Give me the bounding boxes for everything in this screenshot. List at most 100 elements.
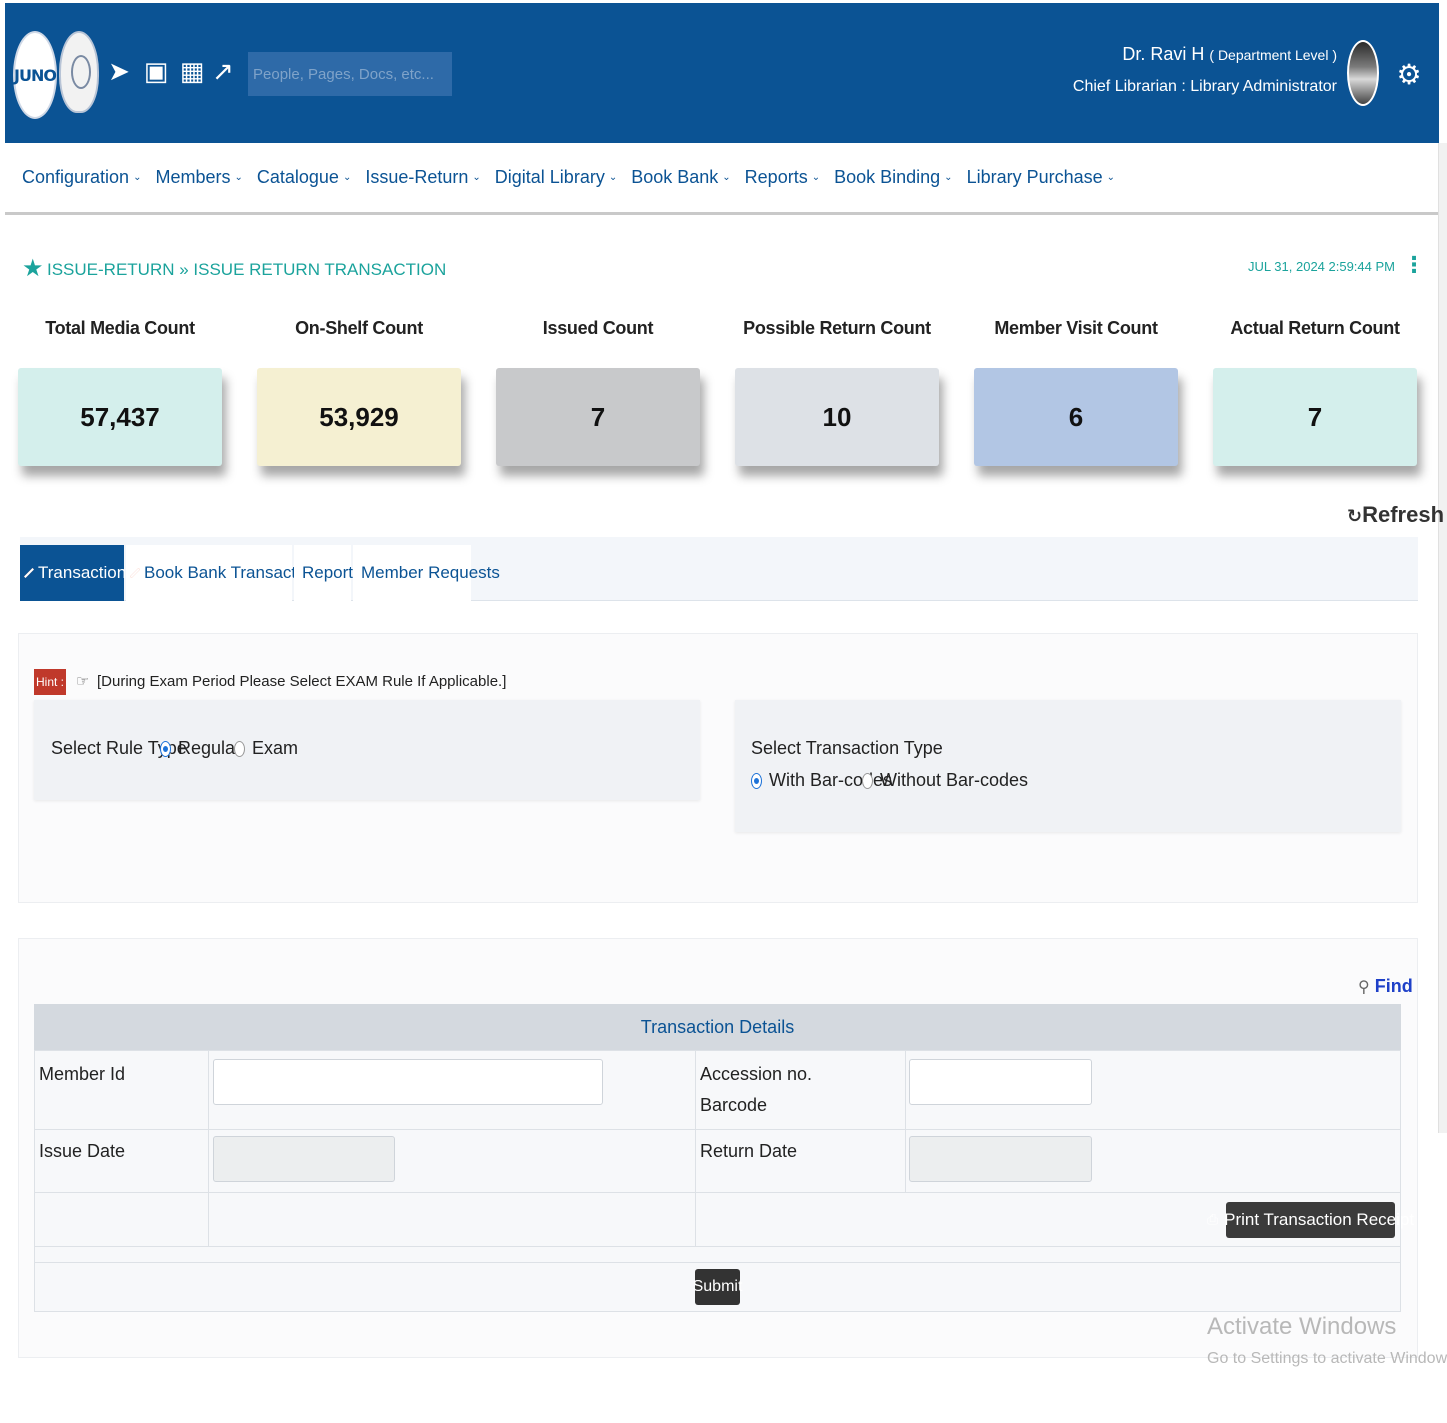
without-barcodes-label[interactable]: Without Bar-codes — [880, 770, 1028, 791]
refresh-label: Refresh — [1362, 502, 1445, 527]
nav-configuration[interactable]: Configuration ⌄ — [22, 167, 141, 188]
stat-on-shelf: On-Shelf Count 53,929 — [257, 318, 461, 466]
hint-text: [During Exam Period Please Select EXAM R… — [97, 673, 507, 690]
tag-icon — [24, 568, 34, 578]
stat-total-media: Total Media Count 57,437 — [18, 318, 222, 466]
avatar[interactable] — [1347, 40, 1379, 106]
nav-library-purchase[interactable]: Library Purchase ⌄ — [967, 167, 1115, 188]
tab-label: Transaction — [38, 563, 127, 582]
star-icon[interactable]: ★ — [22, 254, 44, 282]
nav-members[interactable]: Members ⌄ — [155, 167, 242, 188]
row-divider — [34, 1129, 1401, 1130]
transaction-type-box — [735, 700, 1401, 832]
search-icon: ⚲ — [1358, 977, 1370, 996]
stat-value[interactable]: 6 — [974, 368, 1178, 466]
print-receipt-button[interactable]: ⎙ Print Transaction Receipt — [1207, 1202, 1414, 1238]
nav-label: Members — [155, 167, 231, 187]
user-name[interactable]: Dr. Ravi H ( Department Level ) — [1122, 44, 1337, 65]
page-scrollbar[interactable] — [1438, 143, 1447, 1133]
row-divider — [34, 1192, 1401, 1193]
nav-digital-library[interactable]: Digital Library ⌄ — [495, 167, 617, 188]
nav-label: Reports — [744, 167, 808, 187]
nav-label: Book Bank — [631, 167, 719, 187]
stat-label: Issued Count — [542, 318, 654, 338]
find-label: Find — [1374, 976, 1413, 996]
stat-value[interactable]: 7 — [496, 368, 700, 466]
printer-icon: ⎙ — [1206, 1212, 1219, 1228]
refresh-button[interactable]: ↻Refresh — [1347, 502, 1444, 528]
return-date-label: Return Date — [700, 1141, 798, 1161]
tab-label: Report — [302, 563, 354, 582]
nav-book-binding[interactable]: Book Binding ⌄ — [834, 167, 952, 188]
barcode-label: Barcode — [700, 1095, 768, 1115]
row-divider — [34, 1246, 1401, 1247]
stat-label: Member Visit Count — [994, 318, 1158, 338]
with-barcodes-radio[interactable] — [751, 773, 762, 789]
col-divider — [208, 1050, 209, 1246]
nav-reports[interactable]: Reports ⌄ — [745, 167, 820, 188]
rule-regular-label[interactable]: Regular — [178, 738, 241, 759]
col-divider — [695, 1050, 696, 1246]
stat-actual-return: Actual Return Count 7 — [1213, 318, 1417, 466]
nav-label: Configuration — [22, 167, 130, 187]
nav-label: Book Binding — [834, 167, 941, 187]
chevron-down-icon: ⌄ — [811, 172, 821, 183]
transaction-table-title: Transaction Details — [34, 1004, 1401, 1050]
rule-regular-radio[interactable] — [160, 741, 171, 757]
chevron-down-icon: ⌄ — [133, 172, 142, 183]
submit-button[interactable]: Submit — [693, 1269, 742, 1305]
tab-label: Member Requests — [361, 563, 500, 582]
with-barcodes-label[interactable]: With Bar-codes — [769, 770, 892, 791]
current-datetime: JUL 31, 2024 2:59:44 PM — [1248, 259, 1395, 274]
tab-book-bank-transaction[interactable]: Book Bank Transaction — [126, 545, 319, 601]
juno-logo[interactable]: JUNO — [13, 31, 57, 119]
tab-report[interactable]: Report — [294, 545, 354, 601]
user-role: Chief Librarian : Library Administrator — [1072, 78, 1337, 95]
accession-label: Accession no. — [700, 1064, 813, 1084]
stat-label: On-Shelf Count — [295, 318, 423, 338]
nav-issue-return[interactable]: Issue-Return ⌄ — [365, 167, 480, 188]
refresh-icon: ↻ — [1347, 506, 1363, 527]
tab-label: Book Bank Transaction — [144, 563, 319, 582]
global-search-input[interactable] — [248, 52, 452, 96]
stat-value[interactable]: 7 — [1213, 368, 1417, 466]
breadcrumb[interactable]: ISSUE-RETURN » ISSUE RETURN TRANSACTION — [47, 260, 446, 280]
chevron-down-icon: ⌄ — [342, 172, 352, 183]
tab-member-requests[interactable]: Member Requests — [353, 545, 500, 601]
gear-icon[interactable]: ⚙ — [1394, 50, 1424, 100]
announce-icon[interactable]: ➤ — [106, 52, 132, 92]
chevron-down-icon: ⌄ — [722, 172, 731, 183]
return-date-field — [909, 1136, 1092, 1182]
institution-emblem-icon — [59, 31, 99, 113]
windows-watermark-subtitle: Go to Settings to activate Windows. — [1207, 1350, 1447, 1367]
without-barcodes-radio[interactable] — [862, 773, 873, 789]
nav-label: Issue-Return — [365, 167, 469, 187]
stat-value[interactable]: 57,437 — [18, 368, 222, 466]
issue-date-label: Issue Date — [39, 1141, 126, 1161]
nav-catalogue[interactable]: Catalogue ⌄ — [257, 167, 351, 188]
briefcase-icon[interactable]: ▣ — [143, 52, 169, 92]
col-divider — [905, 1050, 906, 1192]
stat-label: Total Media Count — [45, 318, 195, 338]
member-id-input[interactable] — [213, 1059, 603, 1105]
issue-date-field — [213, 1136, 395, 1182]
print-receipt-label: Print Transaction Receipt — [1224, 1210, 1415, 1229]
tab-transaction[interactable]: Transaction — [20, 545, 127, 601]
user-name-text: Dr. Ravi H — [1122, 44, 1205, 64]
nav-book-bank[interactable]: Book Bank ⌄ — [631, 167, 730, 188]
more-options-icon[interactable]: ⋮ — [1403, 252, 1425, 280]
find-button[interactable]: ⚲ Find — [1358, 976, 1413, 997]
stat-possible-return: Possible Return Count 10 — [735, 318, 939, 466]
stat-value[interactable]: 10 — [735, 368, 939, 466]
accession-input[interactable] — [909, 1059, 1092, 1105]
external-link-icon[interactable]: ↗ — [210, 52, 236, 92]
windows-watermark-title: Activate Windows — [1207, 1313, 1397, 1340]
chevron-down-icon: ⌄ — [1106, 172, 1116, 183]
rule-exam-label[interactable]: Exam — [252, 738, 298, 759]
nav-label: Library Purchase — [966, 167, 1103, 187]
qrcode-icon[interactable]: ▦ — [179, 52, 205, 92]
chevron-down-icon: ⌄ — [234, 172, 243, 183]
rule-exam-radio[interactable] — [234, 741, 245, 757]
chevron-down-icon: ⌄ — [472, 172, 481, 183]
stat-value[interactable]: 53,929 — [257, 368, 461, 466]
